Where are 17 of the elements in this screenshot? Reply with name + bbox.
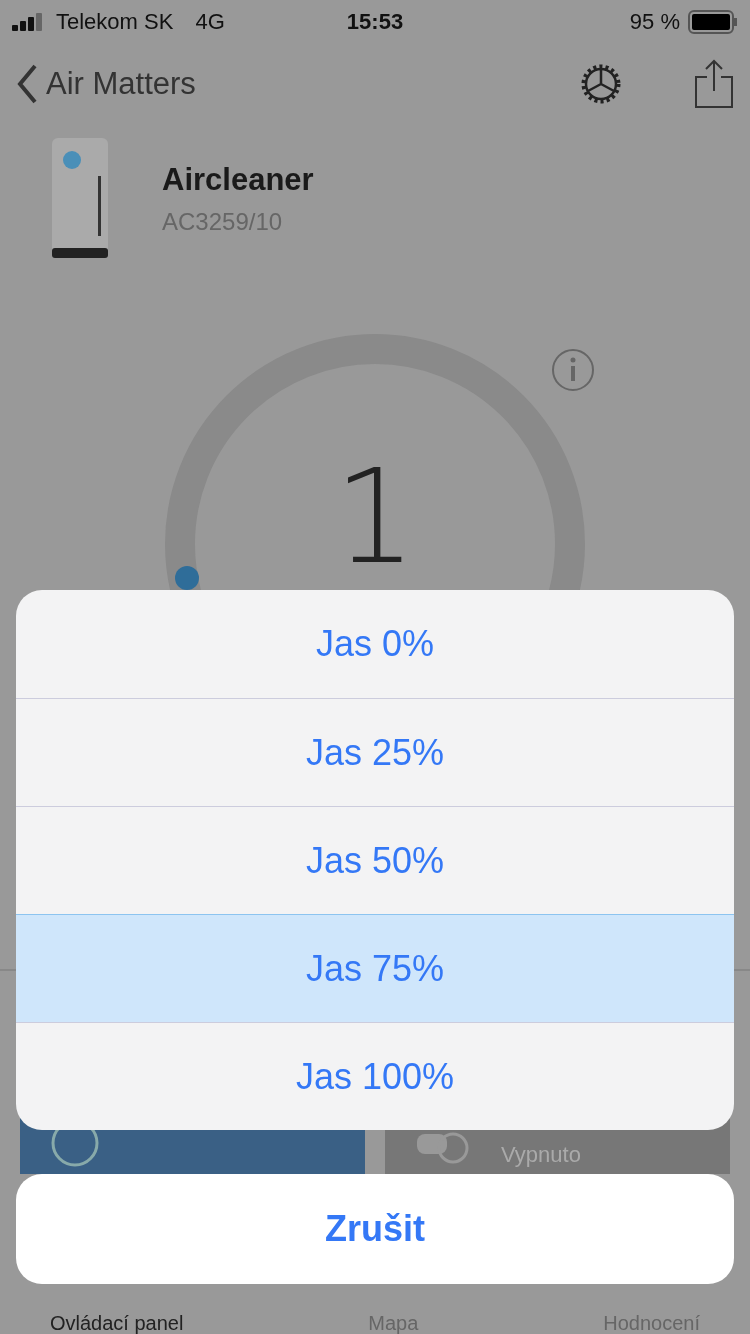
tab-bar-item[interactable]: Ovládací panel — [50, 1312, 184, 1334]
sheet-option[interactable]: Jas 75% — [16, 914, 734, 1022]
share-icon — [694, 59, 734, 109]
battery-percentage: 95 % — [629, 9, 680, 35]
clock-time: 15:53 — [346, 9, 404, 34]
sheet-option[interactable]: Jas 100% — [16, 1022, 734, 1130]
battery-icon — [688, 10, 738, 34]
cancel-button[interactable]: Zrušit — [16, 1174, 734, 1284]
sheet-option[interactable]: Jas 0% — [16, 590, 734, 698]
device-name: Aircleaner — [162, 162, 314, 198]
chevron-left-icon — [16, 64, 38, 104]
back-link[interactable]: Air Matters — [16, 64, 508, 104]
sheet-option[interactable]: Jas 25% — [16, 698, 734, 806]
carrier-name: Telekom SK — [56, 9, 174, 35]
share-button[interactable] — [694, 59, 734, 109]
gauge-value: 1 — [333, 452, 417, 582]
network-type: 4G — [195, 9, 225, 35]
